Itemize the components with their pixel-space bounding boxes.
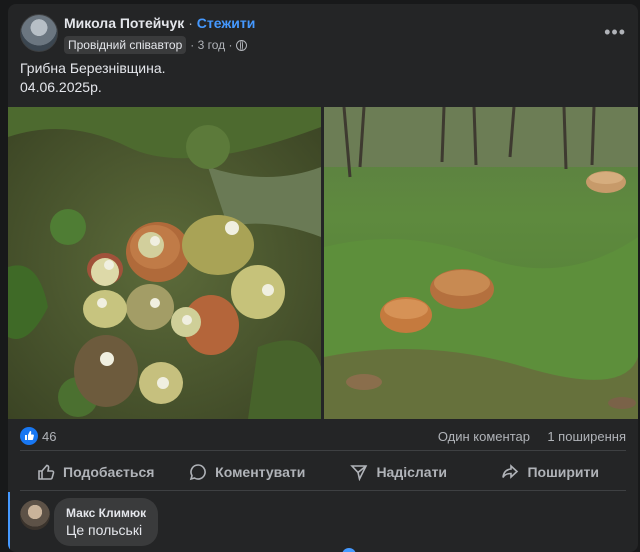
share-button[interactable]: Поширити — [475, 456, 627, 488]
notification-dot — [342, 548, 356, 552]
photo-grid — [8, 107, 638, 419]
commenter-name[interactable]: Макс Климюк — [66, 506, 146, 520]
comment-button[interactable]: Коментувати — [172, 456, 324, 488]
comment-bubble: Макс Климюк Це польські — [54, 498, 158, 546]
send-icon — [350, 465, 368, 481]
comments-count[interactable]: Один коментар — [438, 429, 530, 444]
more-options-icon[interactable]: ••• — [604, 22, 626, 43]
photo-mushrooms-in-grass[interactable] — [324, 107, 638, 419]
comment-icon — [189, 464, 207, 481]
post-text: Грибна Березнівщина. 04.06.2025р. — [20, 59, 166, 97]
post-time[interactable]: · 3 год · — [190, 38, 232, 52]
author-name[interactable]: Микола Потейчук — [64, 15, 184, 31]
contributor-badge[interactable]: Провідний співавтор — [64, 36, 187, 54]
post-text-line-1: Грибна Березнівщина. — [20, 60, 166, 76]
post-text-line-2: 04.06.2025р. — [20, 79, 102, 95]
like-label: Подобається — [63, 464, 155, 480]
divider — [20, 490, 626, 491]
thumbs-up-icon — [38, 464, 55, 480]
follow-button[interactable]: Стежити — [197, 15, 256, 31]
divider — [20, 450, 626, 451]
send-label: Надіслати — [376, 464, 448, 480]
author-avatar[interactable] — [20, 14, 58, 52]
post-card: Микола Потейчук · Стежити Провідний спів… — [8, 4, 638, 552]
globe-icon — [236, 39, 248, 51]
photo-mushrooms-arranged-on-moss[interactable] — [8, 107, 321, 419]
post-header: Микола Потейчук · Стежити Провідний спів… — [20, 14, 626, 60]
share-icon — [502, 464, 519, 479]
commenter-avatar[interactable] — [20, 500, 50, 530]
send-button[interactable]: Надіслати — [323, 456, 475, 488]
post-meta: Провідний співавтор · 3 год · — [64, 36, 248, 54]
like-count[interactable]: 46 — [42, 429, 56, 444]
shares-count[interactable]: 1 поширення — [547, 429, 626, 444]
comment-label: Коментувати — [215, 464, 306, 480]
reaction-stats: 46 Один коментар 1 поширення — [20, 424, 626, 448]
action-bar: Подобається Коментувати Надіслати Пошири… — [20, 456, 626, 488]
author-line: Микола Потейчук · Стежити — [64, 15, 255, 31]
separator: · — [188, 15, 193, 31]
like-reaction-icon[interactable] — [20, 427, 38, 445]
comment-indicator — [8, 492, 10, 552]
share-label: Поширити — [527, 464, 599, 480]
like-button[interactable]: Подобається — [20, 456, 172, 488]
comment-text: Це польські — [66, 522, 143, 538]
